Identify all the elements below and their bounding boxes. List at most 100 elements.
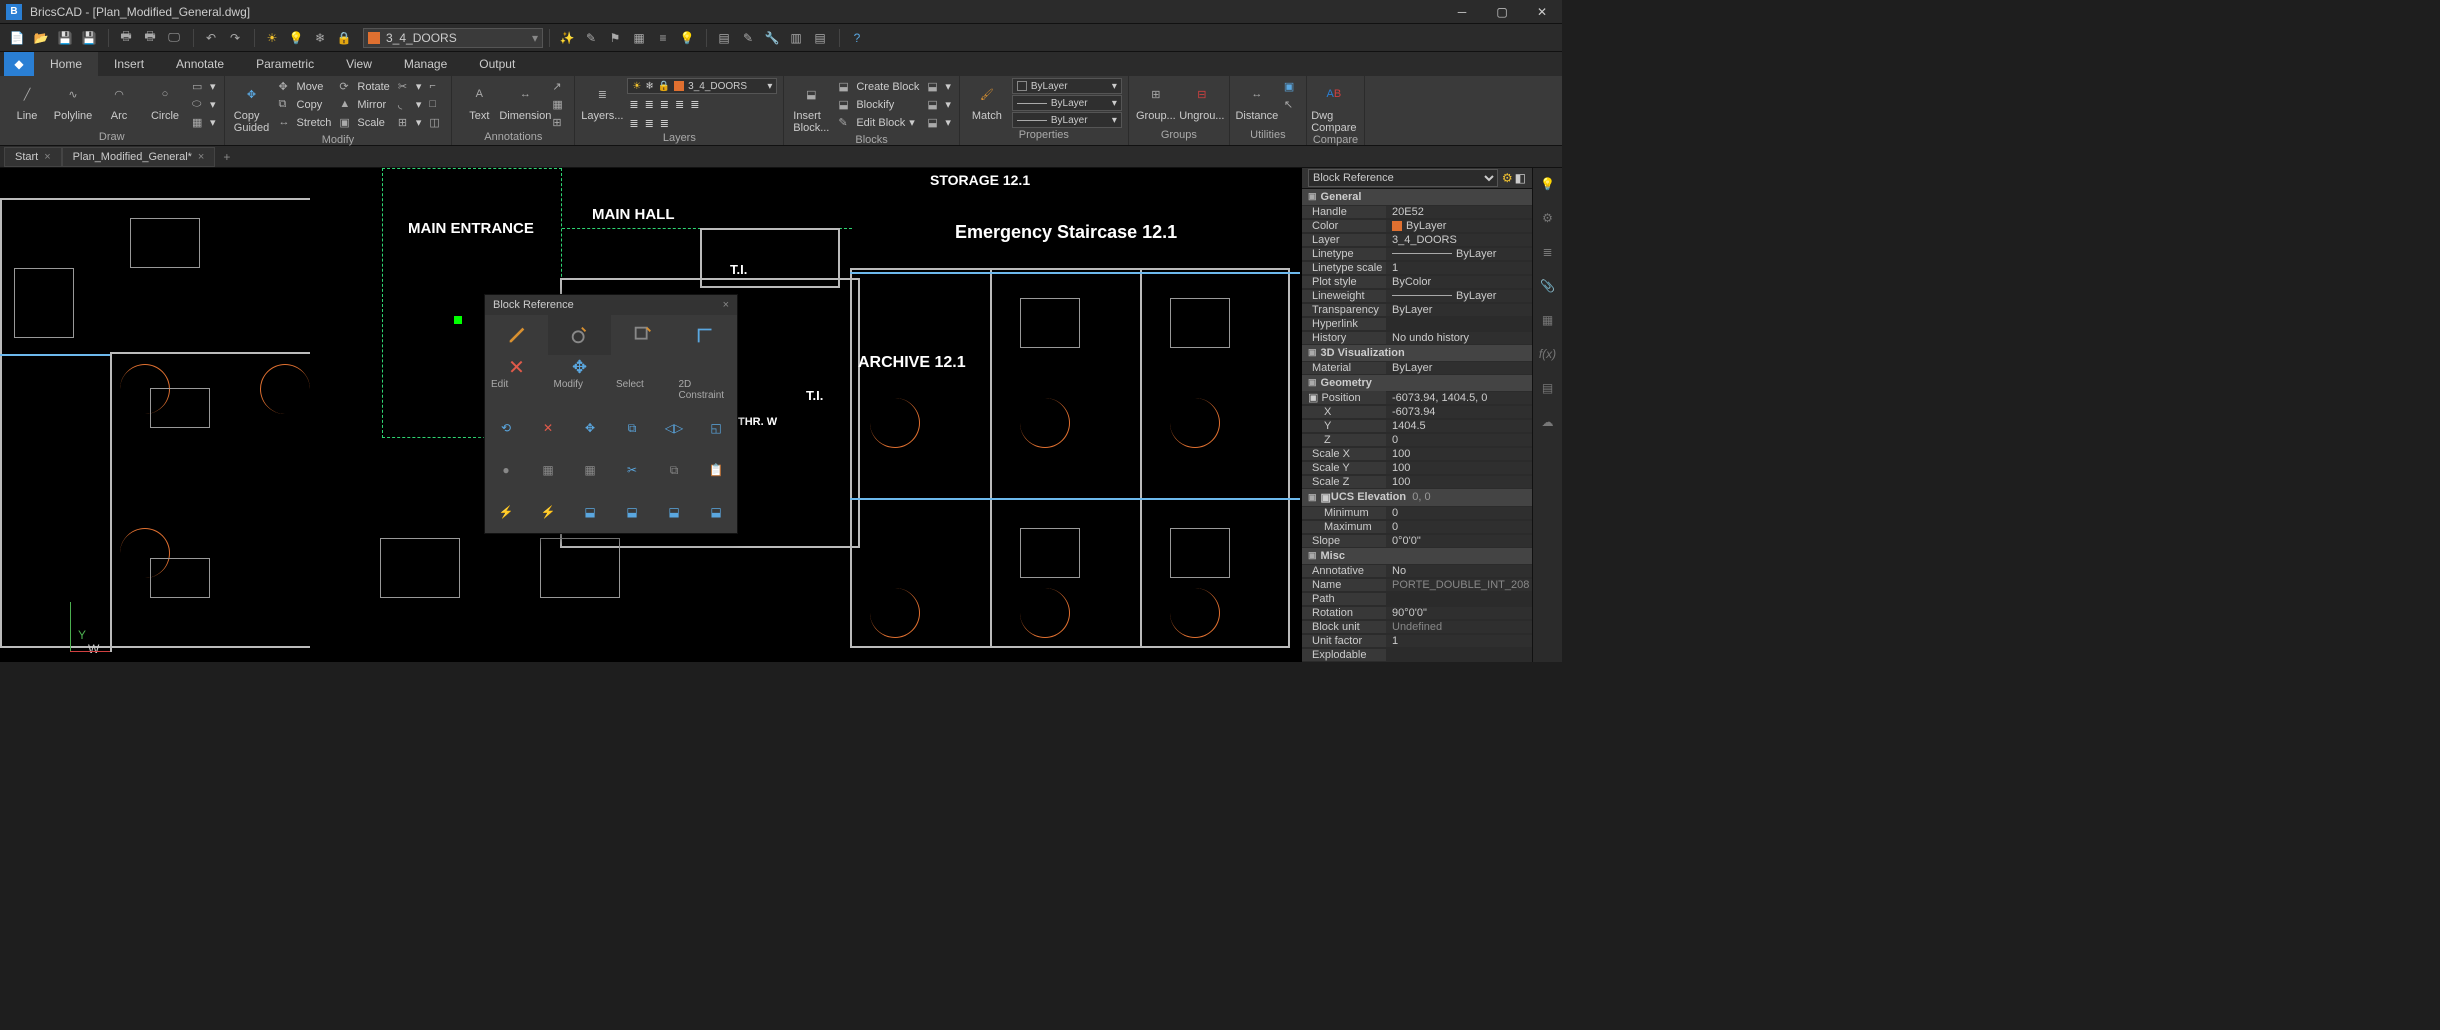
tab-annotate[interactable]: Annotate <box>160 52 240 76</box>
tab-manage[interactable]: Manage <box>388 52 463 76</box>
file-tab[interactable]: ◆ <box>4 52 34 76</box>
quad-tool-sphere[interactable]: ● <box>485 449 527 491</box>
mod-extra3[interactable]: ◫ <box>427 114 445 131</box>
quad-tool-flash2[interactable]: ⚡ <box>527 491 569 533</box>
freeze-icon[interactable]: ❄ <box>309 27 331 49</box>
table-button[interactable]: ▦ <box>550 96 568 113</box>
tab-file[interactable]: Plan_Modified_General*× <box>62 147 216 167</box>
ltype-combo[interactable]: ByLayer▾ <box>1012 112 1122 128</box>
layer-tool1[interactable]: ≣ <box>627 96 640 113</box>
array-button[interactable]: ⊞▾ <box>396 114 424 131</box>
close-button[interactable]: ✕ <box>1522 0 1562 24</box>
tab-parametric[interactable]: Parametric <box>240 52 330 76</box>
section-geometry[interactable]: Geometry <box>1302 375 1532 391</box>
block-extra2[interactable]: ⬓▾ <box>925 96 953 113</box>
field-button[interactable]: ⊞ <box>550 114 568 131</box>
pin-icon[interactable]: ◧ <box>1515 171 1526 185</box>
dock-struct-icon[interactable]: ▤ <box>1538 378 1558 398</box>
quad-constraint-tab[interactable] <box>674 315 737 355</box>
dock-sheets-icon[interactable]: ▦ <box>1538 310 1558 330</box>
block-extra3[interactable]: ⬓▾ <box>925 114 953 131</box>
quad-tool-copy[interactable]: ⧉ <box>611 407 653 449</box>
scale-button[interactable]: ▣Scale <box>337 114 391 131</box>
layer-tool3[interactable]: ≣ <box>658 96 671 113</box>
print-icon[interactable]: 🖶 <box>115 27 137 49</box>
quad-tool-delete[interactable]: ✕ <box>527 407 569 449</box>
panel2-icon[interactable]: ▤ <box>809 27 831 49</box>
tool-flag-icon[interactable]: ⚑ <box>604 27 626 49</box>
open-icon[interactable]: 📂 <box>30 27 52 49</box>
tool-wand-icon[interactable]: ✨ <box>556 27 578 49</box>
util2[interactable]: ↖ <box>1282 96 1300 113</box>
circle-button[interactable]: ○Circle <box>144 78 186 122</box>
insert-block-button[interactable]: ⬓Insert Block... <box>790 78 832 134</box>
text-button[interactable]: AText <box>458 78 500 122</box>
layer-combo[interactable]: ☀❄🔒 3_4_DOORS▾ <box>627 78 777 94</box>
save-icon[interactable]: 💾 <box>54 27 76 49</box>
layer-tool5[interactable]: ≣ <box>688 96 701 113</box>
quad-close-button[interactable]: × <box>723 299 729 311</box>
layer-tool7[interactable]: ≣ <box>643 115 656 132</box>
quad-tool-block3[interactable]: ⬓ <box>653 491 695 533</box>
arc-button[interactable]: ◠Arc <box>98 78 140 122</box>
edit-icon[interactable]: ✎ <box>737 27 759 49</box>
wrench-icon[interactable]: 🔧 <box>761 27 783 49</box>
mod-extra2[interactable]: □ <box>427 96 445 113</box>
util1[interactable]: ▣ <box>1282 78 1300 95</box>
selection-type-dropdown[interactable]: Block Reference <box>1308 169 1498 187</box>
minimize-button[interactable]: ─ <box>1442 0 1482 24</box>
rect-button[interactable]: ▭▾ <box>190 78 218 95</box>
panel1-icon[interactable]: ▥ <box>785 27 807 49</box>
quad-tool-clip1[interactable]: ⧉ <box>653 449 695 491</box>
quad-tool-scale[interactable]: ◱ <box>695 407 737 449</box>
quad-tool-block1[interactable]: ⬓ <box>569 491 611 533</box>
undo-icon[interactable]: ↶ <box>200 27 222 49</box>
blockify-button[interactable]: ⬓Blockify <box>836 96 921 113</box>
quad-move-button[interactable]: ✥ <box>548 355 611 379</box>
layer-tool8[interactable]: ≣ <box>658 115 671 132</box>
layers-button[interactable]: ≣Layers... <box>581 78 623 122</box>
tab-view[interactable]: View <box>330 52 388 76</box>
rotate-button[interactable]: ⟳Rotate <box>337 78 391 95</box>
layer-dropdown[interactable]: 3_4_DOORS ▾ <box>363 28 543 48</box>
dwg-compare-button[interactable]: ABDwg Compare <box>1313 78 1355 134</box>
leader-button[interactable]: ↗ <box>550 78 568 95</box>
distance-button[interactable]: ↔Distance <box>1236 78 1278 122</box>
preview-icon[interactable]: 🖵 <box>163 27 185 49</box>
create-block-button[interactable]: ⬓Create Block <box>836 78 921 95</box>
quad-tool-rotate[interactable]: ⟲ <box>485 407 527 449</box>
mod-extra1[interactable]: ⌐ <box>427 78 445 95</box>
layer-tool2[interactable]: ≣ <box>643 96 656 113</box>
tab-home[interactable]: Home <box>34 52 98 76</box>
group-button[interactable]: ⊞Group... <box>1135 78 1177 122</box>
dock-bulb-icon[interactable]: 💡 <box>1538 174 1558 194</box>
dock-layers-icon[interactable]: ≣ <box>1538 242 1558 262</box>
new-icon[interactable]: 📄 <box>6 27 28 49</box>
quad-tool-hatch1[interactable]: ▦ <box>527 449 569 491</box>
layer-tool4[interactable]: ≣ <box>673 96 686 113</box>
dock-clip-icon[interactable]: 📎 <box>1538 276 1558 296</box>
copy-button[interactable]: ⧉Copy <box>277 96 334 113</box>
saveall-icon[interactable]: 💾 <box>78 27 100 49</box>
bulb-icon[interactable]: 💡 <box>285 27 307 49</box>
quad-tool-flash1[interactable]: ⚡ <box>485 491 527 533</box>
block-extra1[interactable]: ⬓▾ <box>925 78 953 95</box>
quad-select-tab[interactable] <box>611 315 674 355</box>
tool-light-icon[interactable]: 💡 <box>676 27 698 49</box>
prop-linetype[interactable]: ByLayer <box>1386 248 1532 260</box>
line-button[interactable]: ╱Line <box>6 78 48 122</box>
stretch-button[interactable]: ↔Stretch <box>277 114 334 131</box>
help-icon[interactable]: ? <box>846 27 868 49</box>
dock-sliders-icon[interactable]: ⚙ <box>1538 208 1558 228</box>
dimension-button[interactable]: ↔Dimension <box>504 78 546 122</box>
quad-tool-block2[interactable]: ⬓ <box>611 491 653 533</box>
quad-tool-clip2[interactable]: 📋 <box>695 449 737 491</box>
publish-icon[interactable]: 🖶 <box>139 27 161 49</box>
dock-fx-icon[interactable]: f(x) <box>1538 344 1558 364</box>
sheet-icon[interactable]: ▤ <box>713 27 735 49</box>
quad-tool-move[interactable]: ✥ <box>569 407 611 449</box>
dock-cloud-icon[interactable]: ☁ <box>1538 412 1558 432</box>
quad-tool-mirror[interactable]: ◁▷ <box>653 407 695 449</box>
lock-icon[interactable]: 🔒 <box>333 27 355 49</box>
ungroup-button[interactable]: ⊟Ungrou... <box>1181 78 1223 122</box>
